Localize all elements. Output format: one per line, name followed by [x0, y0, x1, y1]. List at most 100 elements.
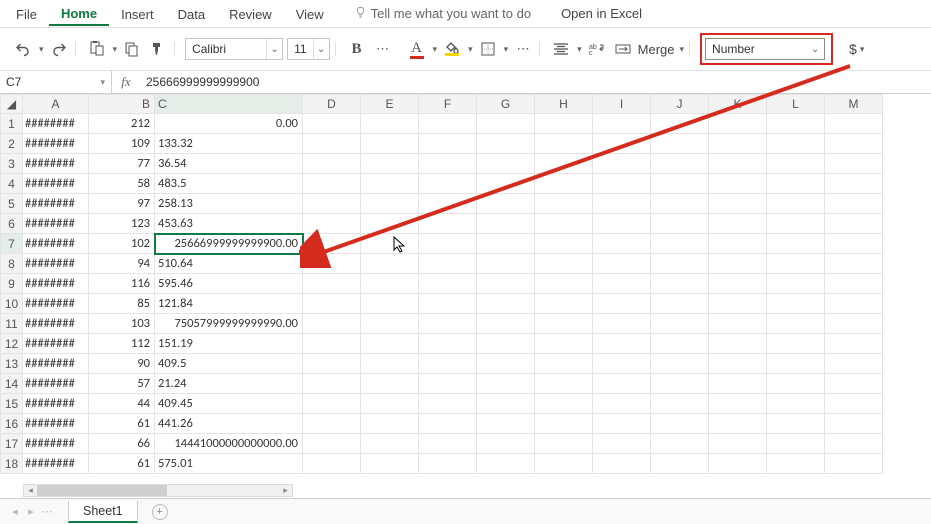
cell-F6[interactable]	[419, 214, 477, 234]
cell-F3[interactable]	[419, 154, 477, 174]
cell-F8[interactable]	[419, 254, 477, 274]
cell-A14[interactable]: ########	[23, 374, 89, 394]
cell-M15[interactable]	[825, 394, 883, 414]
cell-L11[interactable]	[767, 314, 825, 334]
cell-B4[interactable]: 58	[89, 174, 155, 194]
cell-F15[interactable]	[419, 394, 477, 414]
cell-J11[interactable]	[651, 314, 709, 334]
formula-input[interactable]: 25666999999999900	[140, 75, 931, 89]
row-header-6[interactable]: 6	[1, 214, 23, 234]
cell-C7[interactable]: 25666999999999900.00	[155, 234, 303, 254]
cell-I9[interactable]	[593, 274, 651, 294]
cell-E5[interactable]	[361, 194, 419, 214]
cell-J2[interactable]	[651, 134, 709, 154]
row-header-10[interactable]: 10	[1, 294, 23, 314]
row-header-14[interactable]: 14	[1, 374, 23, 394]
cell-B7[interactable]: 102	[89, 234, 155, 254]
tab-review[interactable]: Review	[217, 2, 284, 25]
cell-I1[interactable]	[593, 114, 651, 134]
cell-C15[interactable]: 409.45	[155, 394, 303, 414]
cell-M2[interactable]	[825, 134, 883, 154]
cell-B1[interactable]: 212	[89, 114, 155, 134]
cell-H18[interactable]	[535, 454, 593, 474]
cell-I2[interactable]	[593, 134, 651, 154]
cell-G5[interactable]	[477, 194, 535, 214]
cell-B14[interactable]: 57	[89, 374, 155, 394]
column-header-I[interactable]: I	[593, 95, 651, 114]
tab-file[interactable]: File	[4, 2, 49, 25]
align-button[interactable]	[550, 38, 572, 60]
cell-D13[interactable]	[303, 354, 361, 374]
cell-G1[interactable]	[477, 114, 535, 134]
cell-C17[interactable]: 14441000000000000.00	[155, 434, 303, 454]
cell-D10[interactable]	[303, 294, 361, 314]
column-header-E[interactable]: E	[361, 95, 419, 114]
cell-L18[interactable]	[767, 454, 825, 474]
bold-button[interactable]: B	[346, 38, 368, 60]
cell-C8[interactable]: 510.64	[155, 254, 303, 274]
cell-A12[interactable]: ########	[23, 334, 89, 354]
cell-A6[interactable]: ########	[23, 214, 89, 234]
cell-G6[interactable]	[477, 214, 535, 234]
format-painter-button[interactable]	[147, 38, 169, 60]
cell-B8[interactable]: 94	[89, 254, 155, 274]
undo-button[interactable]	[12, 38, 34, 60]
cell-K4[interactable]	[709, 174, 767, 194]
cell-I10[interactable]	[593, 294, 651, 314]
cell-J7[interactable]	[651, 234, 709, 254]
cell-F1[interactable]	[419, 114, 477, 134]
cell-E13[interactable]	[361, 354, 419, 374]
cell-H9[interactable]	[535, 274, 593, 294]
cell-L5[interactable]	[767, 194, 825, 214]
cell-M11[interactable]	[825, 314, 883, 334]
tab-insert[interactable]: Insert	[109, 2, 166, 25]
cell-I14[interactable]	[593, 374, 651, 394]
cell-K17[interactable]	[709, 434, 767, 454]
cell-I8[interactable]	[593, 254, 651, 274]
column-header-C[interactable]: C	[155, 95, 303, 114]
row-header-3[interactable]: 3	[1, 154, 23, 174]
cell-K7[interactable]	[709, 234, 767, 254]
cell-L3[interactable]	[767, 154, 825, 174]
cell-M8[interactable]	[825, 254, 883, 274]
cell-A2[interactable]: ########	[23, 134, 89, 154]
cell-D7[interactable]	[303, 234, 361, 254]
cell-L16[interactable]	[767, 414, 825, 434]
tell-me-search[interactable]: Tell me what you want to do	[371, 6, 531, 21]
cell-I18[interactable]	[593, 454, 651, 474]
cell-D5[interactable]	[303, 194, 361, 214]
row-header-11[interactable]: 11	[1, 314, 23, 334]
cell-K2[interactable]	[709, 134, 767, 154]
cell-G7[interactable]	[477, 234, 535, 254]
cell-A4[interactable]: ########	[23, 174, 89, 194]
row-header-17[interactable]: 17	[1, 434, 23, 454]
cell-B6[interactable]: 123	[89, 214, 155, 234]
cell-D2[interactable]	[303, 134, 361, 154]
cell-C6[interactable]: 453.63	[155, 214, 303, 234]
cell-K15[interactable]	[709, 394, 767, 414]
cell-K16[interactable]	[709, 414, 767, 434]
cell-A3[interactable]: ########	[23, 154, 89, 174]
cell-H13[interactable]	[535, 354, 593, 374]
sheet-nav[interactable]: ◂▸⋯	[0, 505, 62, 518]
cell-E2[interactable]	[361, 134, 419, 154]
cell-D6[interactable]	[303, 214, 361, 234]
cell-A18[interactable]: ########	[23, 454, 89, 474]
cell-J8[interactable]	[651, 254, 709, 274]
cell-G10[interactable]	[477, 294, 535, 314]
cell-H11[interactable]	[535, 314, 593, 334]
cell-D18[interactable]	[303, 454, 361, 474]
cell-B15[interactable]: 44	[89, 394, 155, 414]
tab-home[interactable]: Home	[49, 1, 109, 26]
cell-K13[interactable]	[709, 354, 767, 374]
column-header-L[interactable]: L	[767, 95, 825, 114]
cell-M12[interactable]	[825, 334, 883, 354]
cell-J17[interactable]	[651, 434, 709, 454]
cell-L1[interactable]	[767, 114, 825, 134]
font-size-select[interactable]: 11⌄	[287, 38, 329, 60]
column-header-B[interactable]: B	[89, 95, 155, 114]
cell-K18[interactable]	[709, 454, 767, 474]
cell-M5[interactable]	[825, 194, 883, 214]
cell-D15[interactable]	[303, 394, 361, 414]
cell-L10[interactable]	[767, 294, 825, 314]
